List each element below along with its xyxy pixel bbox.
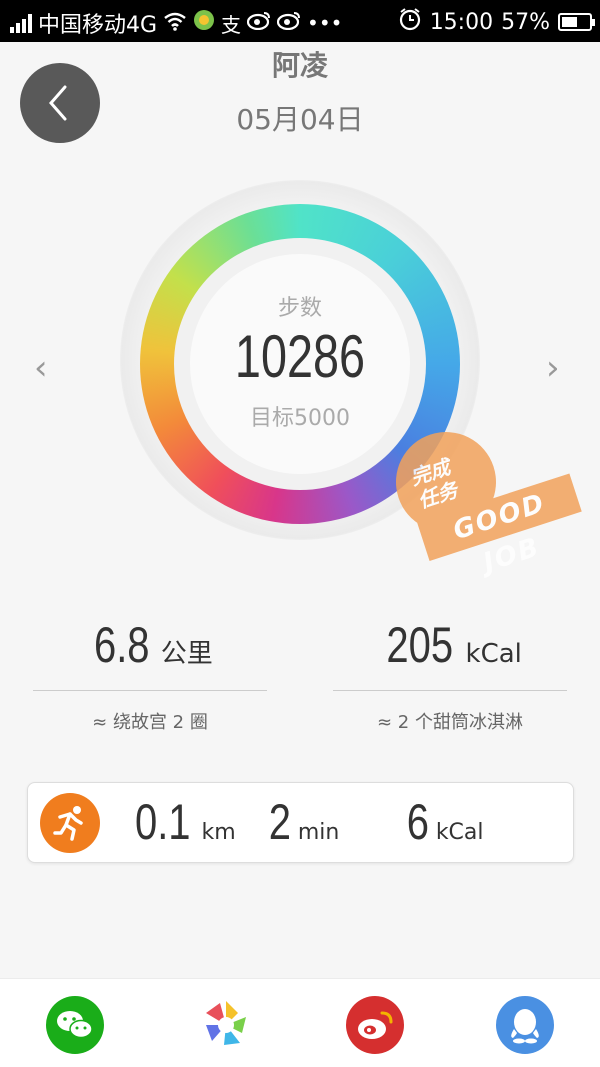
share-bar (0, 978, 600, 1067)
previous-day-arrow[interactable]: ‹ (34, 348, 48, 388)
calories-note: ≈ 2 个甜筒冰淇淋 (377, 712, 523, 733)
activity-duration-value: 2 (268, 794, 292, 850)
wifi-icon (163, 11, 187, 36)
weibo-icon (276, 10, 301, 36)
calories-stat: 205 kCal (333, 616, 567, 674)
more-icon: ••• (307, 11, 343, 35)
next-day-arrow[interactable]: › (546, 348, 560, 388)
alarm-icon (398, 7, 422, 37)
share-moments-button[interactable] (197, 996, 255, 1054)
activity-calories: 6 kCal (404, 793, 484, 851)
steps-count: 10286 (234, 323, 366, 390)
status-bar: 中国移动4G 支 ••• 15:00 57% (0, 0, 600, 42)
signal-icon (10, 13, 32, 33)
time-label: 15:00 (429, 9, 494, 35)
activity-card[interactable]: 0.1 km 2 min 6 kCal (27, 782, 574, 863)
divider (33, 690, 267, 691)
share-wechat-button[interactable] (46, 996, 104, 1054)
status-bar-left: 中国移动4G 支 ••• (10, 7, 342, 39)
status-bar-right: 15:00 57% (398, 7, 595, 37)
running-icon (40, 793, 100, 853)
moments-icon (206, 1001, 246, 1045)
distance-stat: 6.8 公里 (33, 616, 267, 674)
alipay-icon: 支 (221, 12, 242, 37)
activity-duration-unit: min (297, 820, 340, 845)
calories-value: 205 (386, 617, 454, 673)
activity-distance: 0.1 km (128, 793, 236, 851)
app-icon (193, 9, 215, 37)
date-label: 05月04日 (236, 103, 364, 136)
activity-calories-value: 6 (406, 794, 430, 850)
divider (333, 690, 567, 691)
qq-icon (511, 1009, 539, 1044)
activity-calories-unit: kCal (435, 820, 484, 845)
distance-unit: 公里 (160, 639, 213, 669)
wechat-icon (57, 1011, 93, 1039)
user-name: 阿凌 (271, 49, 328, 82)
share-weibo-button[interactable] (346, 996, 404, 1054)
steps-label: 步数 (277, 296, 322, 321)
calories-unit: kCal (465, 639, 522, 669)
weibo-icon (246, 10, 271, 36)
weibo-icon (358, 1011, 393, 1039)
activity-distance-unit: km (201, 820, 236, 845)
carrier-label: 中国移动4G (38, 13, 158, 38)
battery-label: 57% (501, 9, 550, 35)
distance-note: ≈ 绕故宫 2 圈 (92, 712, 208, 733)
distance-value: 6.8 (94, 617, 150, 673)
share-qq-button[interactable] (496, 996, 554, 1054)
battery-icon (558, 13, 595, 31)
activity-duration: 2 min (266, 793, 340, 851)
activity-distance-value: 0.1 (134, 794, 191, 850)
